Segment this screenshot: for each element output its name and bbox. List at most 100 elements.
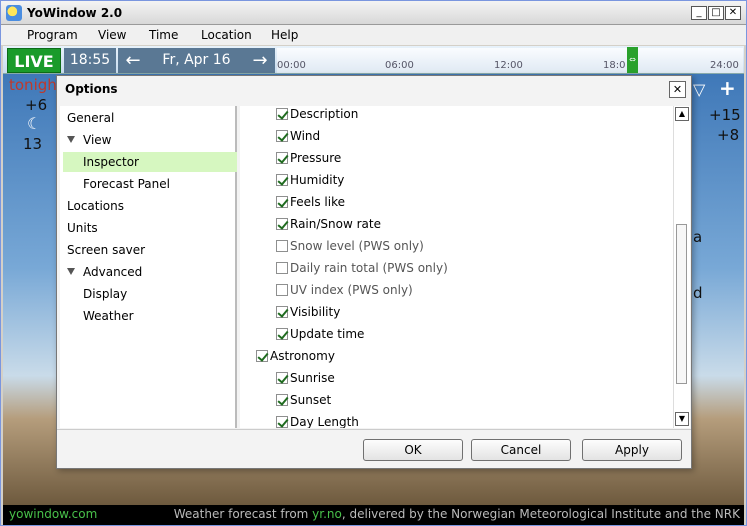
- arrow-right-icon[interactable]: →: [245, 48, 275, 73]
- title-bar: YoWindow 2.0 _ □ ✕: [1, 1, 746, 25]
- tree-label: View: [83, 133, 112, 147]
- ok-button[interactable]: OK: [363, 439, 463, 461]
- tree-item-advanced[interactable]: Advanced: [67, 262, 142, 282]
- arrow-left-icon[interactable]: ←: [118, 48, 148, 73]
- checkbox[interactable]: [276, 152, 288, 164]
- menu-view[interactable]: View: [98, 28, 126, 42]
- credit-prefix: Weather forecast from: [173, 507, 313, 521]
- menu-time[interactable]: Time: [149, 28, 178, 42]
- dropdown-arrow-icon[interactable]: ▽: [693, 80, 705, 99]
- checkbox[interactable]: [276, 108, 288, 120]
- checkbox[interactable]: [276, 328, 288, 340]
- checkbox[interactable]: [276, 240, 288, 252]
- status-bar: yowindow.com Weather forecast from yr.no…: [3, 505, 744, 525]
- menu-program[interactable]: Program: [27, 28, 78, 42]
- tree-item-inspector[interactable]: Inspector: [63, 152, 237, 172]
- menu-bar: Program View Time Location Help: [1, 25, 746, 45]
- checkbox[interactable]: [256, 350, 268, 362]
- moon-cloud-icon: ☾: [27, 114, 42, 133]
- temp-right-low: +8: [717, 126, 740, 144]
- add-icon[interactable]: +: [719, 76, 736, 100]
- checkbox[interactable]: [276, 416, 288, 428]
- tonight-label: tonight: [9, 76, 63, 94]
- tree-item-view[interactable]: View: [67, 130, 111, 150]
- option-day-length[interactable]: Day Length: [276, 412, 359, 428]
- apply-button[interactable]: Apply: [582, 439, 682, 461]
- credit-link[interactable]: yr.no: [312, 507, 342, 521]
- option-sunrise[interactable]: Sunrise: [276, 368, 335, 388]
- option-feels-like[interactable]: Feels like: [276, 192, 345, 212]
- temp-high: +6: [25, 96, 48, 114]
- option-label: Pressure: [290, 151, 342, 165]
- option-label: Sunset: [290, 393, 332, 407]
- scroll-up-icon[interactable]: ▲: [675, 107, 689, 121]
- option-pressure[interactable]: Pressure: [276, 148, 341, 168]
- checkbox[interactable]: [276, 372, 288, 384]
- options-tree: General View Inspector Forecast Panel Lo…: [60, 106, 237, 428]
- tree-label: Forecast Panel: [83, 177, 170, 191]
- menu-location[interactable]: Location: [201, 28, 252, 42]
- tree-label: General: [67, 111, 115, 125]
- option-daily-rain-total[interactable]: Daily rain total (PWS only): [276, 258, 448, 278]
- tree-label: Locations: [67, 199, 125, 213]
- option-uv-index[interactable]: UV index (PWS only): [276, 280, 413, 300]
- tree-item-locations[interactable]: Locations: [67, 196, 124, 216]
- app-window: YoWindow 2.0 _ □ ✕ Program View Time Loc…: [0, 0, 747, 526]
- options-scrollbar[interactable]: ▲ ▼: [673, 106, 689, 428]
- checkbox[interactable]: [276, 174, 288, 186]
- close-icon[interactable]: ✕: [669, 81, 686, 98]
- checkbox[interactable]: [276, 284, 288, 296]
- partial-label: d: [693, 284, 703, 302]
- tree-label: Display: [83, 287, 128, 301]
- live-button[interactable]: LIVE: [7, 48, 61, 73]
- tick-label: 18:0: [603, 60, 626, 71]
- tree-item-units[interactable]: Units: [67, 218, 98, 238]
- tree-item-general[interactable]: General: [67, 108, 114, 128]
- tree-label: Screen saver: [67, 243, 146, 257]
- menu-help[interactable]: Help: [271, 28, 298, 42]
- scroll-down-icon[interactable]: ▼: [675, 412, 689, 426]
- option-visibility[interactable]: Visibility: [276, 302, 340, 322]
- checkbox[interactable]: [276, 218, 288, 230]
- option-snow-level[interactable]: Snow level (PWS only): [276, 236, 424, 256]
- maximize-icon[interactable]: □: [708, 6, 724, 20]
- close-icon[interactable]: ✕: [725, 6, 741, 20]
- checkbox[interactable]: [276, 394, 288, 406]
- current-date: Fr, Apr 16: [148, 48, 245, 73]
- option-label: Rain/Snow rate: [290, 217, 381, 231]
- tree-item-forecast-panel[interactable]: Forecast Panel: [83, 174, 170, 194]
- expand-arrow-icon[interactable]: [67, 136, 75, 143]
- options-dialog: Options ✕ General View Inspector Forecas…: [56, 75, 692, 469]
- tree-item-weather[interactable]: Weather: [83, 306, 134, 326]
- checkbox[interactable]: [276, 262, 288, 274]
- time-marker-handle[interactable]: ⇔: [627, 47, 638, 73]
- option-label: Day Length: [290, 415, 359, 428]
- scroll-thumb[interactable]: [676, 224, 687, 384]
- option-astronomy[interactable]: Astronomy: [256, 346, 335, 366]
- checkbox[interactable]: [276, 306, 288, 318]
- option-sunset[interactable]: Sunset: [276, 390, 331, 410]
- tree-label: Advanced: [83, 265, 143, 279]
- checkbox[interactable]: [276, 196, 288, 208]
- option-rain-snow-rate[interactable]: Rain/Snow rate: [276, 214, 381, 234]
- cancel-button[interactable]: Cancel: [471, 439, 571, 461]
- tree-label: Inspector: [83, 155, 139, 169]
- option-update-time[interactable]: Update time: [276, 324, 364, 344]
- option-wind[interactable]: Wind: [276, 126, 320, 146]
- tree-label: Weather: [83, 309, 134, 323]
- dialog-title: Options: [65, 82, 118, 96]
- tree-item-screen-saver[interactable]: Screen saver: [67, 240, 145, 260]
- inspector-options-panel: Description Wind Pressure Humidity Feels…: [240, 106, 690, 428]
- tick-label: 06:00: [385, 60, 414, 71]
- expand-arrow-icon[interactable]: [67, 268, 75, 275]
- timeline-bar: LIVE 18:55 ← Fr, Apr 16 → 00:00 06:00 12…: [3, 46, 744, 74]
- site-link[interactable]: yowindow.com: [9, 507, 97, 521]
- option-description[interactable]: Description: [276, 104, 358, 124]
- tree-item-display[interactable]: Display: [83, 284, 127, 304]
- minimize-icon[interactable]: _: [691, 6, 707, 20]
- checkbox[interactable]: [276, 130, 288, 142]
- partial-label: a: [693, 228, 703, 246]
- window-title: YoWindow 2.0: [27, 6, 123, 20]
- tick-label: 12:00: [494, 60, 523, 71]
- option-humidity[interactable]: Humidity: [276, 170, 344, 190]
